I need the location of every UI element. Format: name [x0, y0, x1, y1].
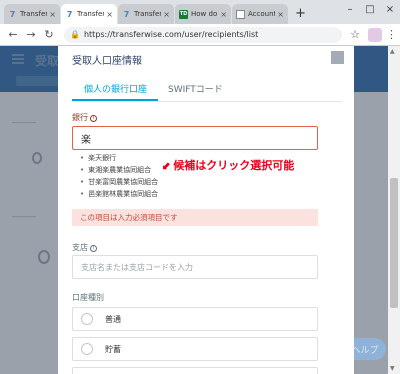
- new-tab-button[interactable]: +: [295, 6, 306, 21]
- back-arrow-icon[interactable]: ←: [6, 28, 20, 41]
- lock-icon: 🔒: [70, 30, 80, 39]
- transferwise-icon: 7: [123, 9, 130, 19]
- active-tab-indicator: [72, 99, 158, 101]
- branch-field-label: 支店 i: [72, 242, 97, 253]
- suggestion-item[interactable]: 楽天銀行: [80, 152, 158, 164]
- error-text: この項目は入力必須項目です: [80, 213, 178, 222]
- suggestion-item[interactable]: 東湘楽農業協同組合: [80, 164, 158, 176]
- tab-label: How do: [191, 10, 218, 18]
- transferwise-icon: 7: [9, 9, 16, 19]
- tab-label: Transfer: [134, 10, 162, 18]
- close-icon[interactable]: [331, 51, 344, 64]
- suggestion-item[interactable]: 甘楽富岡農業協同組合: [80, 176, 158, 188]
- branch-input[interactable]: 支店名または支店コードを入力: [72, 255, 318, 279]
- url-text: https://transferwise.com/user/recipients…: [83, 30, 259, 39]
- close-icon[interactable]: ×: [220, 10, 227, 19]
- browser-tab-active[interactable]: 7 Transfer ×: [61, 4, 117, 24]
- account-type-tabs: 個人の銀行口座 SWIFTコード: [72, 78, 342, 102]
- browser-tab[interactable]: 7 Transfer ×: [4, 4, 60, 24]
- info-icon[interactable]: i: [90, 115, 97, 122]
- radio-button[interactable]: [81, 343, 93, 355]
- radio-button[interactable]: [81, 313, 93, 325]
- close-icon[interactable]: ×: [106, 10, 113, 19]
- menu-dots-icon[interactable]: ⋮: [386, 28, 397, 41]
- tab-swift-code[interactable]: SWIFTコード: [168, 82, 223, 95]
- forward-arrow-icon[interactable]: →: [24, 28, 38, 41]
- address-bar[interactable]: 🔒 https://transferwise.com/user/recipien…: [64, 26, 343, 43]
- reload-icon[interactable]: ↻: [42, 28, 56, 41]
- suggestion-item[interactable]: 邑楽館林農業協同組合: [80, 188, 158, 200]
- close-icon[interactable]: ×: [163, 10, 170, 19]
- info-icon[interactable]: i: [90, 245, 97, 252]
- recipient-account-modal: 受取人口座情報 個人の銀行口座 SWIFTコード 銀行i 楽 楽天銀行 東湘楽農…: [58, 46, 354, 374]
- browser-tab[interactable]: TD How do ×: [175, 4, 231, 24]
- radio-label: 普通: [105, 314, 121, 324]
- page-scrollbar[interactable]: ▲ ▼: [388, 46, 400, 374]
- close-icon[interactable]: ×: [277, 10, 284, 19]
- scroll-up-icon[interactable]: ▲: [390, 48, 395, 55]
- account-type-label: 口座種別: [72, 293, 104, 302]
- annotation-text: 候補はクリック選択可能: [173, 159, 295, 172]
- browser-tab-bar: 7 Transfer × 7 Transfer × 7 Transfer × T…: [0, 0, 400, 24]
- bank-field-label: 銀行 i: [72, 112, 97, 123]
- arrow-icon: ⬋: [162, 159, 172, 172]
- tab-label: Transfer: [20, 10, 48, 18]
- bank-label-text: 銀行: [72, 113, 88, 122]
- browser-tab[interactable]: Account ×: [232, 4, 288, 24]
- document-icon: [236, 9, 245, 19]
- minimize-icon[interactable]: –: [340, 0, 360, 18]
- radio-option-savings[interactable]: 貯蓄: [72, 337, 318, 361]
- branch-label-text: 支店: [72, 243, 88, 252]
- transferwise-icon: 7: [66, 9, 73, 19]
- tab-label: Account: [248, 10, 276, 18]
- scrollbar-thumb[interactable]: [390, 178, 398, 308]
- browser-toolbar: ← → ↻ 🔒 https://transferwise.com/user/re…: [0, 24, 400, 46]
- bank-input[interactable]: 楽: [72, 126, 318, 150]
- bank-error-message: この項目は入力必須項目です: [72, 209, 318, 226]
- annotation-callout: ⬋ 候補はクリック選択可能: [162, 157, 294, 173]
- window-controls: – □ ×: [340, 0, 400, 18]
- bank-suggestion-list: 楽天銀行 東湘楽農業協同組合 甘楽富岡農業協同組合 邑楽館林農業協同組合: [80, 152, 158, 200]
- tab-label: Transfer: [77, 10, 105, 18]
- bank-input-value: 楽: [81, 134, 91, 146]
- tab-personal-bank[interactable]: 個人の銀行口座: [84, 82, 147, 95]
- branch-placeholder: 支店名または支店コードを入力: [81, 262, 193, 272]
- bookmark-star-icon[interactable]: ☆: [350, 28, 360, 41]
- td-icon: TD: [179, 9, 188, 19]
- radio-label: 貯蓄: [105, 344, 121, 354]
- modal-title: 受取人口座情報: [72, 56, 142, 67]
- profile-avatar[interactable]: [368, 27, 382, 42]
- browser-tab[interactable]: 7 Transfer ×: [118, 4, 174, 24]
- radio-option-more[interactable]: [72, 367, 318, 374]
- scroll-down-icon[interactable]: ▼: [390, 365, 395, 372]
- close-window-icon[interactable]: ×: [380, 0, 400, 18]
- radio-option-ordinary[interactable]: 普通: [72, 307, 318, 331]
- close-icon[interactable]: ×: [49, 10, 56, 19]
- maximize-icon[interactable]: □: [360, 0, 380, 18]
